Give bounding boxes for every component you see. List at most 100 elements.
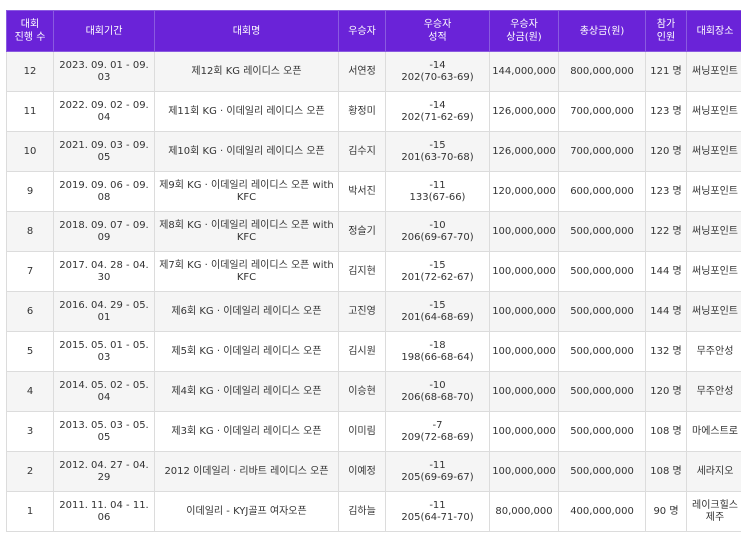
cell-winner: 이예정	[338, 451, 386, 492]
cell-score: -14 202(70-63-69)	[385, 51, 490, 92]
cell-period: 2018. 09. 07 - 09. 09	[53, 211, 155, 252]
cell-total-purse: 500,000,000	[558, 451, 646, 492]
cell-round: 4	[6, 371, 54, 412]
cell-round: 9	[6, 171, 54, 212]
cell-total-purse: 500,000,000	[558, 411, 646, 452]
score-to-par: -15	[429, 139, 446, 151]
cell-players: 120 명	[645, 371, 687, 412]
cell-period: 2015. 05. 01 - 05. 03	[53, 331, 155, 372]
table-row: 9 2019. 09. 06 - 09. 08 제9회 KG · 이데일리 레이디스…	[6, 171, 741, 212]
score-total: 133(67-66)	[409, 191, 466, 203]
cell-winner-prize: 126,000,000	[489, 91, 559, 132]
header-period: 대회기간	[53, 10, 155, 52]
cell-period: 2021. 09. 03 - 09. 05	[53, 131, 155, 172]
cell-players: 123 명	[645, 91, 687, 132]
page: 대회 진행 수 대회기간 대회명 우승자 우승자 성적 우승자 상금(원) 총상금(원…	[0, 0, 741, 542]
cell-tournament-name: 이데일리 - KYJ골프 여자오픈	[154, 491, 339, 532]
cell-winner-prize: 80,000,000	[489, 491, 559, 532]
score-to-par: -15	[429, 299, 446, 311]
cell-period: 2011. 11. 04 - 11. 06	[53, 491, 155, 532]
cell-venue: 써닝포인트	[686, 211, 741, 252]
cell-tournament-name: 제8회 KG · 이데일리 레이디스 오픈 with KFC	[154, 211, 339, 252]
score-total: 201(72-62-67)	[401, 271, 474, 283]
cell-round: 10	[6, 131, 54, 172]
score-total: 202(71-62-69)	[401, 111, 474, 123]
cell-total-purse: 400,000,000	[558, 491, 646, 532]
cell-venue: 무주안성	[686, 371, 741, 412]
cell-round: 3	[6, 411, 54, 452]
cell-winner: 정슬기	[338, 211, 386, 252]
cell-period: 2012. 04. 27 - 04. 29	[53, 451, 155, 492]
cell-period: 2013. 05. 03 - 05. 05	[53, 411, 155, 452]
cell-winner-prize: 126,000,000	[489, 131, 559, 172]
score-total: 205(69-69-67)	[401, 471, 474, 483]
header-total: 총상금(원)	[558, 10, 646, 52]
cell-venue: 레이크힐스 제주	[686, 491, 741, 532]
cell-period: 2016. 04. 29 - 05. 01	[53, 291, 155, 332]
cell-players: 121 명	[645, 51, 687, 92]
cell-tournament-name: 제5회 KG · 이데일리 레이디스 오픈	[154, 331, 339, 372]
cell-total-purse: 500,000,000	[558, 291, 646, 332]
table-row: 7 2017. 04. 28 - 04. 30 제7회 KG · 이데일리 레이디스…	[6, 251, 741, 292]
cell-venue: 써닝포인트	[686, 171, 741, 212]
table-row: 10 2021. 09. 03 - 09. 05 제10회 KG · 이데일리 레이…	[6, 131, 741, 172]
table-row: 2 2012. 04. 27 - 04. 29 2012 이데일리 · 리바트 레이…	[6, 451, 741, 492]
cell-players: 108 명	[645, 411, 687, 452]
cell-score: -7 209(72-68-69)	[385, 411, 490, 452]
table-header-row: 대회 진행 수 대회기간 대회명 우승자 우승자 성적 우승자 상금(원) 총상금(원…	[6, 10, 741, 52]
cell-winner-prize: 100,000,000	[489, 411, 559, 452]
header-venue: 대회장소	[686, 10, 741, 52]
cell-period: 2022. 09. 02 - 09. 04	[53, 91, 155, 132]
cell-winner: 김하늘	[338, 491, 386, 532]
cell-venue: 써닝포인트	[686, 251, 741, 292]
score-to-par: -7	[432, 419, 443, 431]
cell-period: 2017. 04. 28 - 04. 30	[53, 251, 155, 292]
cell-tournament-name: 제3회 KG · 이데일리 레이디스 오픈	[154, 411, 339, 452]
cell-tournament-name: 제6회 KG · 이데일리 레이디스 오픈	[154, 291, 339, 332]
score-to-par: -10	[429, 379, 446, 391]
table-row: 3 2013. 05. 03 - 05. 05 제3회 KG · 이데일리 레이디스…	[6, 411, 741, 452]
cell-winner: 서연정	[338, 51, 386, 92]
cell-winner: 김수지	[338, 131, 386, 172]
cell-venue: 세라지오	[686, 451, 741, 492]
score-to-par: -15	[429, 259, 446, 271]
header-name: 대회명	[154, 10, 339, 52]
header-round: 대회 진행 수	[6, 10, 54, 52]
cell-round: 12	[6, 51, 54, 92]
score-to-par: -10	[429, 219, 446, 231]
cell-winner-prize: 100,000,000	[489, 371, 559, 412]
cell-winner-prize: 100,000,000	[489, 291, 559, 332]
cell-score: -11 205(69-69-67)	[385, 451, 490, 492]
cell-tournament-name: 제10회 KG · 이데일리 레이디스 오픈	[154, 131, 339, 172]
cell-round: 1	[6, 491, 54, 532]
score-total: 209(72-68-69)	[401, 431, 474, 443]
header-players: 참가 인원	[645, 10, 687, 52]
cell-winner-prize: 144,000,000	[489, 51, 559, 92]
table-row: 1 2011. 11. 04 - 11. 06 이데일리 - KYJ골프 여자오픈 김…	[6, 491, 741, 532]
cell-winner-prize: 120,000,000	[489, 171, 559, 212]
table-row: 5 2015. 05. 01 - 05. 03 제5회 KG · 이데일리 레이디스…	[6, 331, 741, 372]
cell-players: 132 명	[645, 331, 687, 372]
cell-venue: 써닝포인트	[686, 131, 741, 172]
cell-tournament-name: 제9회 KG · 이데일리 레이디스 오픈 with KFC	[154, 171, 339, 212]
cell-winner: 고진영	[338, 291, 386, 332]
header-winner: 우승자	[338, 10, 386, 52]
cell-tournament-name: 제7회 KG · 이데일리 레이디스 오픈 with KFC	[154, 251, 339, 292]
score-total: 202(70-63-69)	[401, 71, 474, 83]
table-row: 6 2016. 04. 29 - 05. 01 제6회 KG · 이데일리 레이디스…	[6, 291, 741, 332]
cell-total-purse: 500,000,000	[558, 211, 646, 252]
score-to-par: -11	[429, 179, 446, 191]
cell-winner: 이미림	[338, 411, 386, 452]
cell-tournament-name: 제4회 KG · 이데일리 레이디스 오픈	[154, 371, 339, 412]
cell-score: -15 201(64-68-69)	[385, 291, 490, 332]
cell-venue: 써닝포인트	[686, 291, 741, 332]
cell-round: 8	[6, 211, 54, 252]
score-total: 201(63-70-68)	[401, 151, 474, 163]
cell-round: 2	[6, 451, 54, 492]
table-row: 11 2022. 09. 02 - 09. 04 제11회 KG · 이데일리 레이…	[6, 91, 741, 132]
cell-venue: 마에스트로	[686, 411, 741, 452]
cell-winner-prize: 100,000,000	[489, 251, 559, 292]
score-total: 198(66-68-64)	[401, 351, 474, 363]
cell-total-purse: 500,000,000	[558, 251, 646, 292]
cell-winner-prize: 100,000,000	[489, 331, 559, 372]
